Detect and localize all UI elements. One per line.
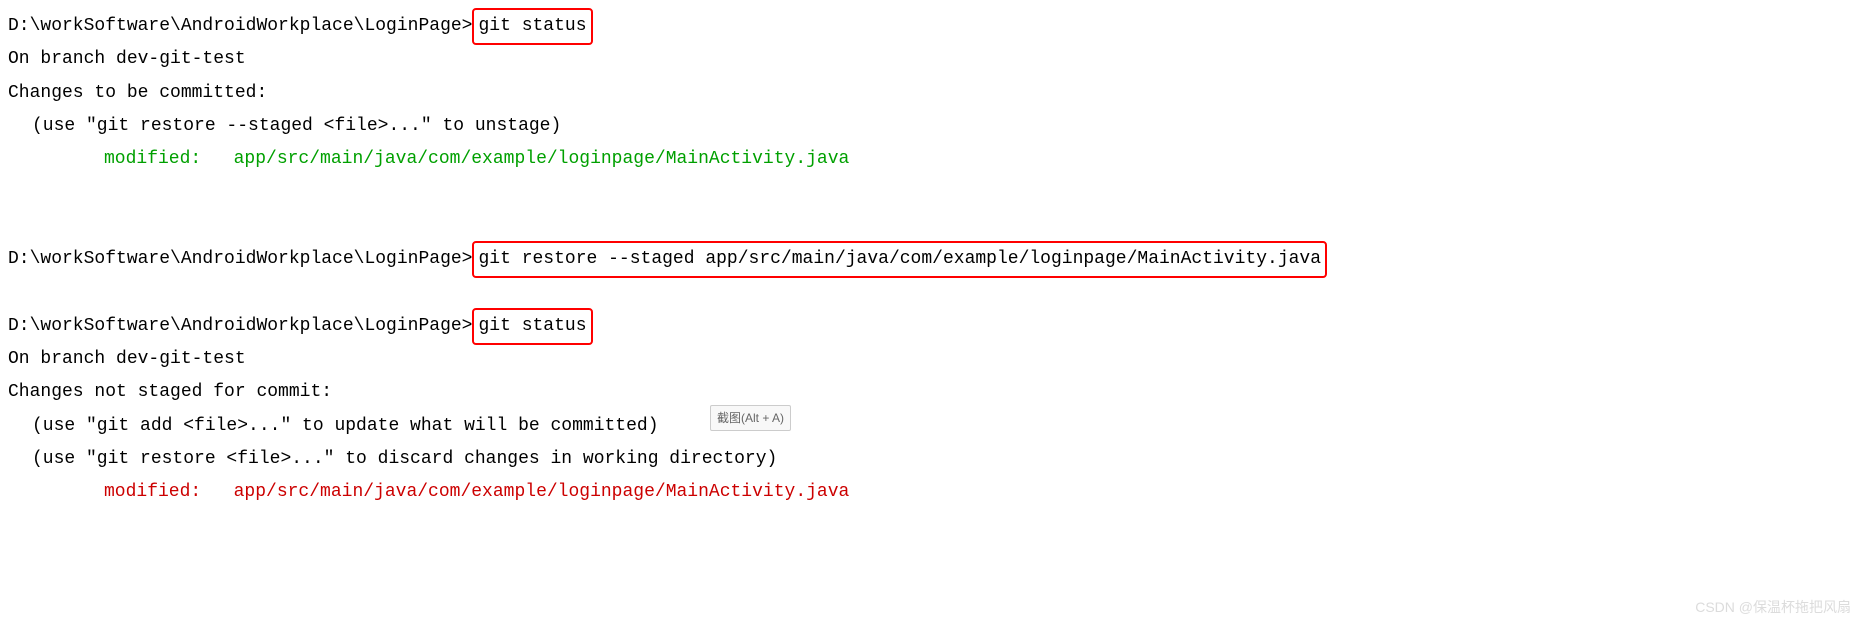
terminal-line-1: D:\workSoftware\AndroidWorkplace\LoginPa… bbox=[8, 10, 1869, 43]
output-branch-1: On branch dev-git-test bbox=[8, 43, 1869, 76]
terminal-line-2: D:\workSoftware\AndroidWorkplace\LoginPa… bbox=[8, 243, 1869, 276]
unstaged-modified-file: modified: app/src/main/java/com/example/… bbox=[8, 476, 1869, 509]
prompt-text: D:\workSoftware\AndroidWorkplace\LoginPa… bbox=[8, 16, 472, 36]
output-header-1: Changes to be committed: bbox=[8, 77, 1869, 110]
output-hint-2a: (use "git add <file>..." to update what … bbox=[8, 410, 1869, 443]
command-highlight-3: git status bbox=[472, 308, 592, 345]
staged-modified-file: modified: app/src/main/java/com/example/… bbox=[8, 143, 1869, 176]
blank-line-3 bbox=[8, 276, 1869, 309]
command-highlight-2: git restore --staged app/src/main/java/c… bbox=[472, 241, 1327, 278]
output-branch-2: On branch dev-git-test bbox=[8, 343, 1869, 376]
terminal-line-3: D:\workSoftware\AndroidWorkplace\LoginPa… bbox=[8, 310, 1869, 343]
output-hint-1: (use "git restore --staged <file>..." to… bbox=[8, 110, 1869, 143]
prompt-text-2: D:\workSoftware\AndroidWorkplace\LoginPa… bbox=[8, 249, 472, 269]
csdn-watermark: CSDN @保温杯拖把风扇 bbox=[1695, 595, 1851, 621]
command-3: git status bbox=[478, 316, 586, 336]
prompt-text-3: D:\workSoftware\AndroidWorkplace\LoginPa… bbox=[8, 316, 472, 336]
blank-line-2 bbox=[8, 210, 1869, 243]
screenshot-tooltip: 截图(Alt + A) bbox=[710, 405, 791, 431]
command-highlight-1: git status bbox=[472, 8, 592, 45]
blank-line-1 bbox=[8, 176, 1869, 209]
output-header-2: Changes not staged for commit: bbox=[8, 376, 1869, 409]
tooltip-text: 截图(Alt + A) bbox=[717, 411, 784, 425]
output-hint-2b: (use "git restore <file>..." to discard … bbox=[8, 443, 1869, 476]
command-2: git restore --staged app/src/main/java/c… bbox=[478, 249, 1321, 269]
command-1: git status bbox=[478, 16, 586, 36]
